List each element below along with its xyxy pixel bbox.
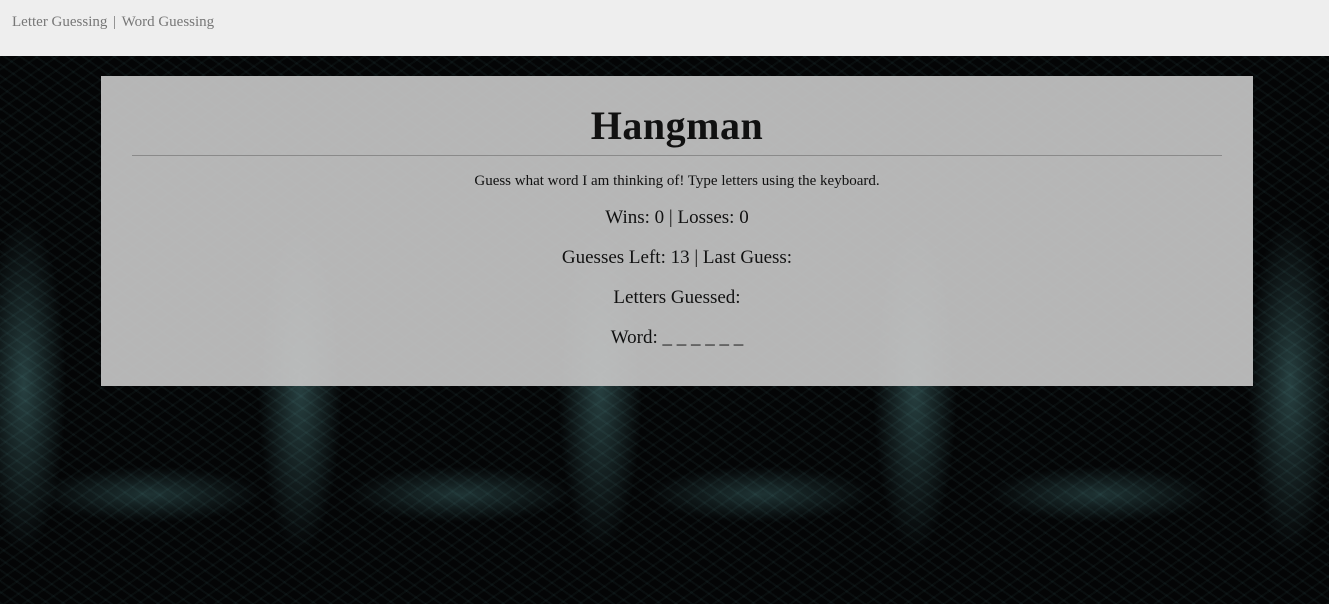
nav-letter-guessing-link[interactable]: Letter Guessing	[12, 14, 107, 30]
top-nav-bar: Letter Guessing | Word Guessing	[0, 0, 1329, 56]
nav-links: Letter Guessing | Word Guessing	[12, 13, 214, 31]
word-display: Word: _ _ _ _ _ _	[610, 327, 744, 348]
nav-word-guessing-link[interactable]: Word Guessing	[122, 14, 215, 30]
wins-losses-text: Wins: 0 | Losses: 0	[605, 207, 749, 228]
title-divider	[132, 155, 1222, 156]
guesses-left-text: Guesses Left: 13 | Last Guess:	[561, 247, 793, 268]
game-panel: Hangman Guess what word I am thinking of…	[101, 76, 1253, 386]
letters-guessed-text: Letters Guessed:	[613, 287, 741, 308]
instructions-text: Guess what word I am thinking of! Type l…	[474, 173, 880, 189]
page-title: Hangman	[590, 103, 764, 148]
nav-separator: |	[113, 14, 117, 30]
